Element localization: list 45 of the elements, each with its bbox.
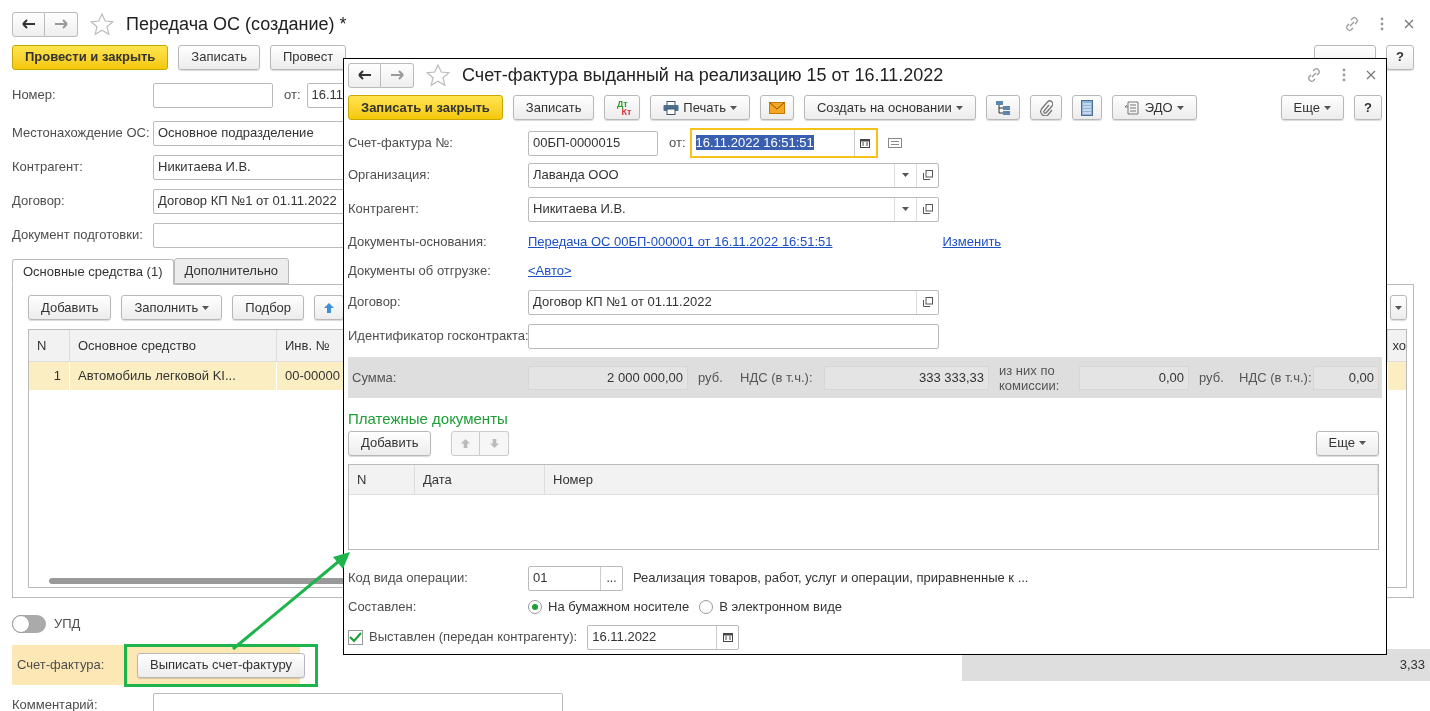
amount-field: 2 000 000,00: [528, 365, 688, 390]
column-header: Основное средство: [70, 330, 277, 361]
field-label: от:: [669, 134, 686, 153]
field-label: Организация:: [348, 166, 432, 185]
field-label: Документы-основания:: [348, 232, 488, 251]
window-title: Передача ОС (создание) *: [126, 12, 348, 36]
field-label: НДС (в т.ч.):: [739, 370, 814, 385]
operation-description: Реализация товаров, работ, услуг и операции, приравненные к ...: [633, 569, 1029, 588]
field-label: Документы об отгрузке:: [348, 262, 492, 281]
field-label: Документ подготовки:: [12, 226, 144, 245]
field-label: Сумма:: [351, 370, 398, 385]
column-header: Номер: [545, 465, 1378, 494]
field-label: Контрагент:: [348, 200, 420, 219]
radio-label: В электронном виде: [719, 598, 842, 617]
field-label: Договор:: [348, 293, 402, 312]
column-header: хо: [1391, 336, 1406, 355]
radio-label: На бумажном носителе: [548, 598, 690, 617]
amount-field: 0,00: [1313, 365, 1379, 390]
table-cell: Автомобиль легковой KI...: [70, 362, 277, 390]
debit-label: Дт: [616, 99, 628, 108]
field-label: Выставлен (передан контрагенту):: [369, 628, 578, 647]
column-header: N: [349, 465, 415, 494]
field-label: Идентификатор госконтракта:: [348, 327, 528, 346]
field-label: из них по комиссии:: [998, 362, 1061, 393]
field-label: Составлен:: [348, 598, 418, 617]
field-label: Контрагент:: [12, 158, 84, 177]
section-title: Платежные документы: [348, 409, 509, 428]
field-label: Договор:: [12, 192, 66, 211]
currency-label: руб.: [697, 370, 724, 385]
field-label: Счет-фактура №:: [348, 134, 454, 153]
dialog-title: Счет-фактура выданный на реализацию 15 от 16.11.2022: [462, 63, 945, 87]
field-label: УПД: [54, 615, 81, 634]
amount-field: 0,00: [1079, 365, 1189, 390]
column-header: N: [29, 330, 70, 361]
field-label: Номер:: [12, 86, 57, 105]
table-cell: 1: [29, 362, 70, 390]
currency-label: руб.: [1198, 370, 1225, 385]
total-value: 3,33: [1399, 656, 1425, 675]
field-label: Код вида операции:: [348, 569, 469, 588]
field-label: Счет-фактура:: [17, 656, 106, 675]
amount-field: 333 333,33: [824, 365, 989, 390]
column-header: Дата: [415, 465, 545, 494]
field-label: НДС (в т.ч.):: [1238, 370, 1313, 385]
field-label: от:: [284, 86, 301, 105]
field-label: Местонахождение ОС:: [12, 124, 151, 143]
